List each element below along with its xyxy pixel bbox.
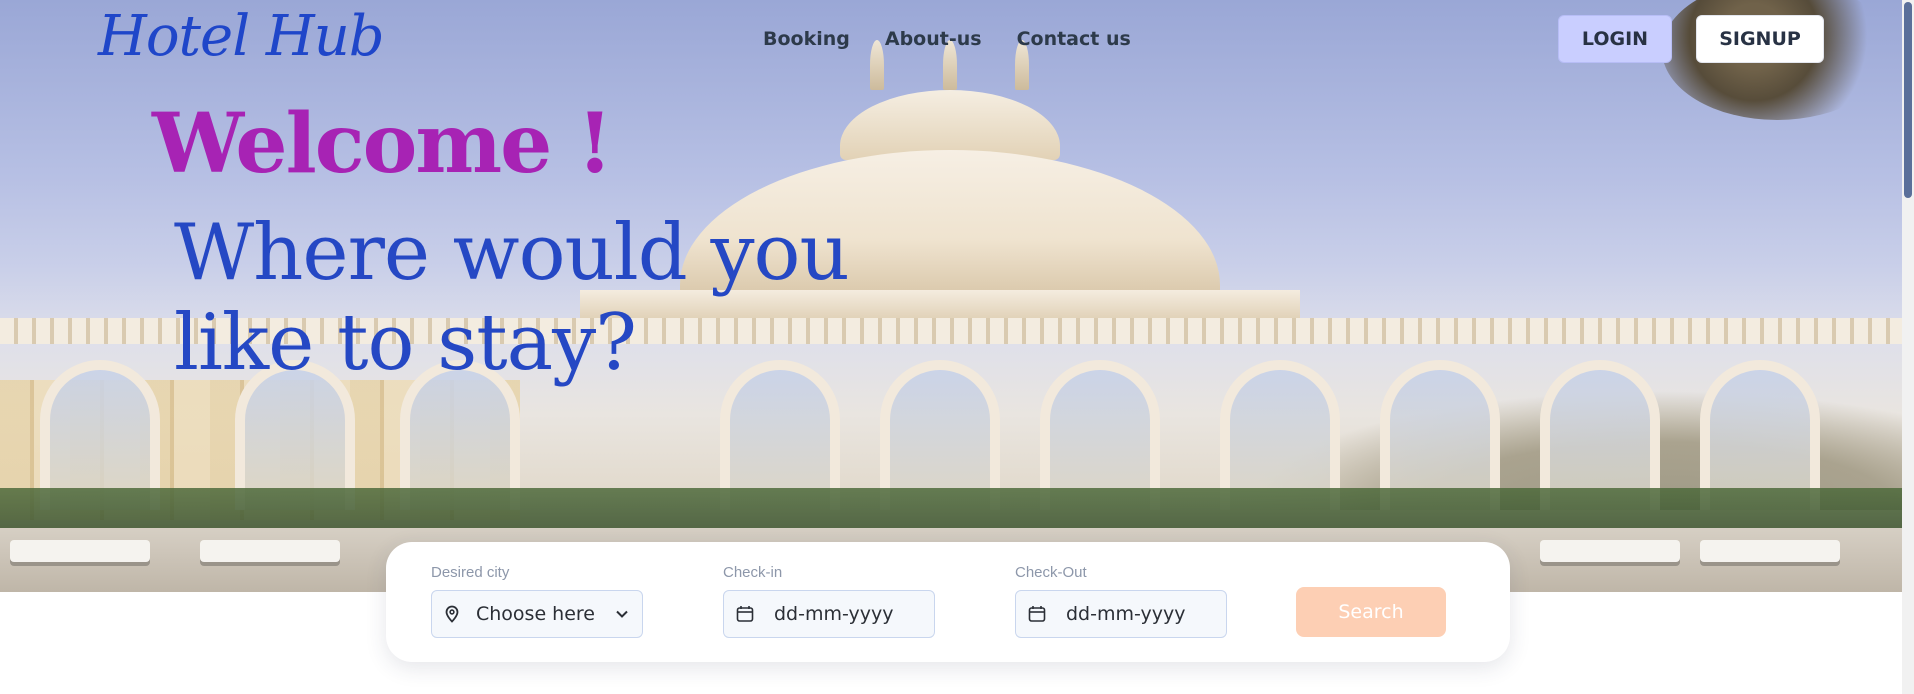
checkin-date-input[interactable]: dd-mm-yyyy xyxy=(723,590,935,638)
main-nav: Booking About-us Contact us xyxy=(763,28,1166,50)
signup-button[interactable]: SIGNUP xyxy=(1696,15,1824,63)
checkin-label: Check-in xyxy=(723,564,783,581)
calendar-icon xyxy=(1028,605,1046,623)
checkout-field: Check-Out dd-mm-yyyy xyxy=(1015,564,1227,638)
location-pin-icon xyxy=(444,605,462,623)
hero-tagline: Where would you like to stay? xyxy=(174,208,894,388)
checkin-field: Check-in dd-mm-yyyy xyxy=(723,564,935,638)
login-button[interactable]: LOGIN xyxy=(1558,15,1672,63)
calendar-icon xyxy=(736,605,754,623)
city-field: Desired city Choose here xyxy=(431,564,643,638)
search-button[interactable]: Search xyxy=(1296,587,1446,637)
checkout-date-placeholder: dd-mm-yyyy xyxy=(1066,603,1186,625)
welcome-heading: Welcome ! xyxy=(152,96,613,192)
checkout-date-input[interactable]: dd-mm-yyyy xyxy=(1015,590,1227,638)
nav-contact-us[interactable]: Contact us xyxy=(1017,28,1131,50)
city-label: Desired city xyxy=(431,564,510,581)
search-card: Desired city Choose here Check-in dd-mm-… xyxy=(386,542,1510,662)
chevron-down-icon xyxy=(614,609,630,619)
tagline-line-1: Where would you xyxy=(174,208,850,298)
checkin-date-placeholder: dd-mm-yyyy xyxy=(774,603,894,625)
tagline-line-2: like to stay? xyxy=(174,298,637,388)
nav-about-us[interactable]: About-us xyxy=(885,28,982,50)
scrollbar-thumb[interactable] xyxy=(1904,2,1912,198)
checkout-label: Check-Out xyxy=(1015,564,1087,581)
city-select-value: Choose here xyxy=(476,603,596,625)
hotel-hub-logo[interactable]: Hotel Hub xyxy=(98,4,385,69)
city-select[interactable]: Choose here xyxy=(431,590,643,638)
nav-booking[interactable]: Booking xyxy=(763,28,850,50)
page-scrollbar[interactable] xyxy=(1902,0,1914,694)
